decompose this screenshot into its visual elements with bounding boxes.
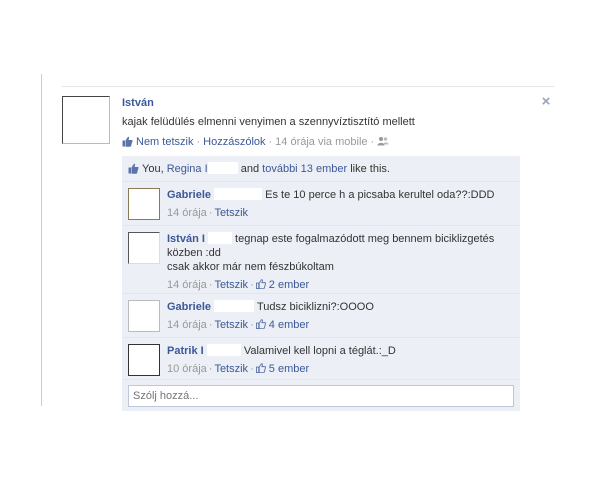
comment-likes-label: 2 ember — [268, 279, 310, 291]
likes-and: and — [240, 163, 260, 175]
likes-suffix: like this. — [350, 163, 390, 175]
comment-like-link[interactable]: Tetszik — [214, 207, 248, 219]
comment-time[interactable]: 14 órája — [167, 279, 207, 291]
likes-you: You, — [142, 163, 164, 175]
thumbs-up-icon — [255, 319, 266, 330]
comment-item: Patrik I Valamivel kell lopni a téglát.:… — [122, 337, 520, 379]
reply-box — [122, 379, 520, 411]
comment-text: közben :dd — [167, 247, 221, 259]
commenter-avatar[interactable] — [128, 188, 160, 220]
comment-like-link[interactable]: Tetszik — [214, 319, 248, 331]
separator: · — [208, 319, 213, 331]
comment-item: István I tegnap este fogalmazódott meg b… — [122, 225, 520, 293]
thumbs-up-icon — [255, 279, 266, 290]
feed-left-border — [41, 74, 42, 406]
commenter-name[interactable]: Gabriele — [167, 189, 211, 201]
separator: · — [250, 363, 254, 375]
comment-meta: 14 órája · Tetszik · 2 ember — [167, 278, 507, 292]
commenter-avatar[interactable] — [128, 344, 160, 376]
comment-text: csak akkor már nem fészbúkoltam — [167, 261, 334, 273]
story-divider — [62, 86, 554, 87]
comment-text: Tudsz biciklizni?:OOOO — [256, 301, 374, 313]
like-icon — [128, 163, 139, 174]
author-name[interactable]: István — [122, 97, 154, 109]
comment-meta: 10 órája · Tetszik · 5 ember — [167, 362, 507, 376]
separator: · — [268, 136, 273, 148]
comment-item: Gabriele Es te 10 perce h a picsaba keru… — [122, 181, 520, 225]
comment-time[interactable]: 14 órája — [167, 319, 207, 331]
friends-audience-icon[interactable] — [377, 136, 389, 146]
close-icon[interactable]: × — [538, 94, 554, 110]
comment-likes-count[interactable]: 2 ember — [255, 279, 310, 291]
comment-item: Gabriele Tudsz biciklizni?:OOOO 14 órája… — [122, 293, 520, 337]
separator: · — [208, 207, 213, 219]
separator: · — [250, 319, 254, 331]
comment-time[interactable]: 10 órája — [167, 363, 207, 375]
comment-text: tegnap este fogalmazódott meg bennem bic… — [235, 233, 495, 245]
comment-time[interactable]: 14 órája — [167, 207, 207, 219]
liker-name-link[interactable]: Regina I — [167, 163, 208, 175]
commenter-avatar[interactable] — [128, 300, 160, 332]
separator: · — [370, 136, 375, 148]
comment-likes-count[interactable]: 5 ember — [255, 363, 310, 375]
thumbs-up-icon — [255, 363, 266, 374]
comment-like-link[interactable]: Tetszik — [214, 279, 248, 291]
post-actions: Nem tetszik · Hozzászólok · 14 órája via mob… — [122, 136, 389, 148]
comment-likes-label: 5 ember — [268, 363, 310, 375]
commenter-avatar[interactable] — [128, 232, 160, 264]
commenter-name[interactable]: Patrik I — [167, 345, 204, 357]
redaction — [214, 300, 255, 312]
comment-link[interactable]: Hozzászólok — [203, 136, 265, 148]
post-text: kajak felüdülés elmenni venyimen a szenn… — [122, 116, 415, 128]
comment-like-link[interactable]: Tetszik — [214, 363, 248, 375]
separator: · — [208, 279, 213, 291]
comment-text: Valamivel kell lopni a téglát.:_D — [243, 345, 396, 357]
comment-text: Es te 10 perce h a picsaba kerultel oda?… — [265, 189, 495, 201]
redaction — [207, 232, 232, 244]
commenter-name[interactable]: Gabriele — [167, 301, 211, 313]
comment-input[interactable] — [128, 385, 514, 407]
commenter-name[interactable]: István I — [167, 233, 205, 245]
other-likers-link[interactable]: további 13 ember — [262, 163, 347, 175]
comment-meta: 14 órája · Tetszik — [167, 206, 507, 220]
thumbs-up-icon — [122, 136, 133, 147]
separator: · — [208, 363, 213, 375]
separator: · — [250, 279, 254, 291]
comment-likes-count[interactable]: 4 ember — [255, 319, 310, 331]
comment-meta: 14 órája · Tetszik · 4 ember — [167, 318, 507, 332]
redaction — [206, 344, 241, 356]
unlike-link[interactable]: Nem tetszik — [136, 136, 193, 148]
separator: · — [196, 136, 201, 148]
author-avatar[interactable] — [62, 96, 110, 144]
likes-bar: You, Regina I and további 13 ember like … — [122, 156, 520, 181]
comment-likes-label: 4 ember — [268, 319, 310, 331]
redaction — [207, 162, 238, 174]
redaction — [214, 188, 263, 200]
post-timestamp[interactable]: 14 órája via mobile — [275, 136, 367, 148]
